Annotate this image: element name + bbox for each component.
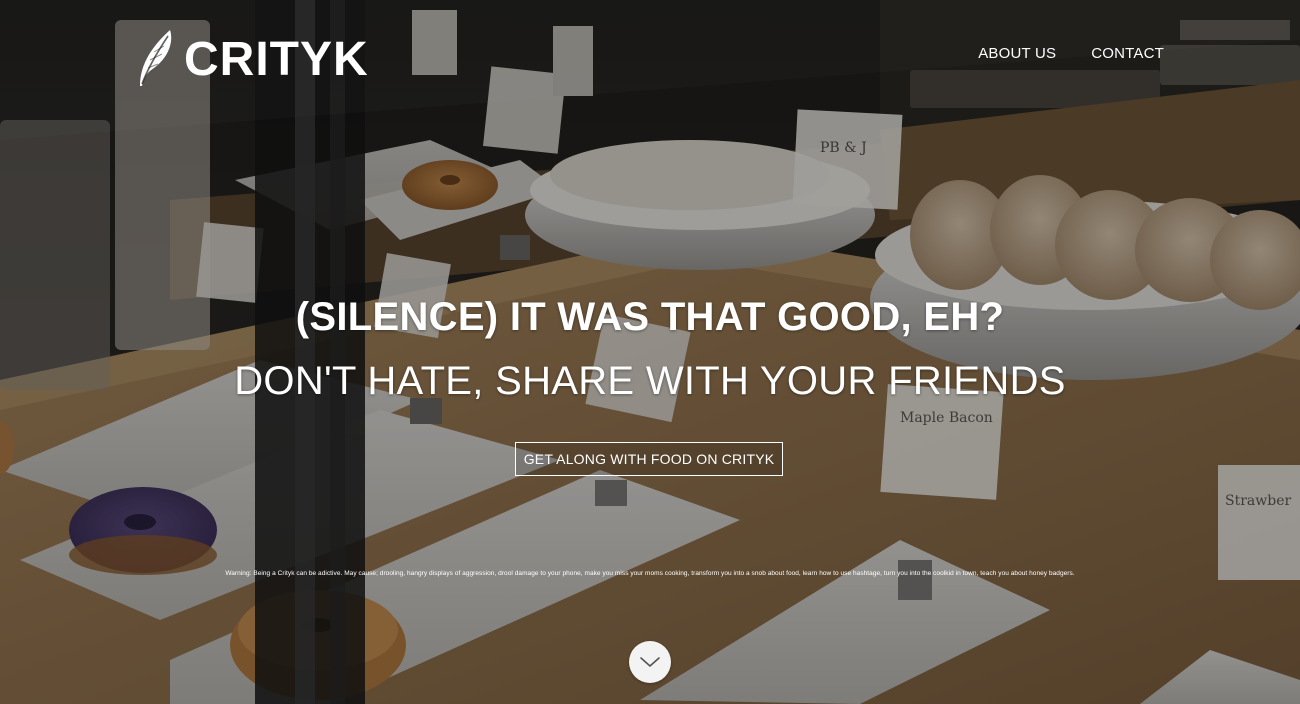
top-nav: ABOUT US CONTACT — [978, 45, 1164, 62]
hero-section: PB & J Maple Bacon Strawber CRITYK ABOUT… — [0, 0, 1300, 704]
nav-contact[interactable]: CONTACT — [1091, 45, 1164, 62]
chevron-down-icon — [640, 657, 660, 667]
brand-logo[interactable]: CRITYK — [134, 28, 369, 88]
feather-icon — [140, 30, 172, 86]
brand-name: CRITYK — [184, 33, 369, 86]
scroll-down-button[interactable] — [629, 641, 671, 683]
warning-text: Warning: Being a Crityk can be adictive.… — [225, 570, 1075, 577]
hero-headline: (SILENCE) IT WAS THAT GOOD, EH? — [295, 295, 1005, 339]
nav-about-us[interactable]: ABOUT US — [978, 45, 1056, 62]
hero-subheadline: DON'T HATE, SHARE WITH YOUR FRIENDS — [234, 359, 1066, 403]
cta-button[interactable]: GET ALONG WITH FOOD ON CRITYK — [515, 442, 783, 476]
dark-overlay — [0, 0, 1300, 704]
